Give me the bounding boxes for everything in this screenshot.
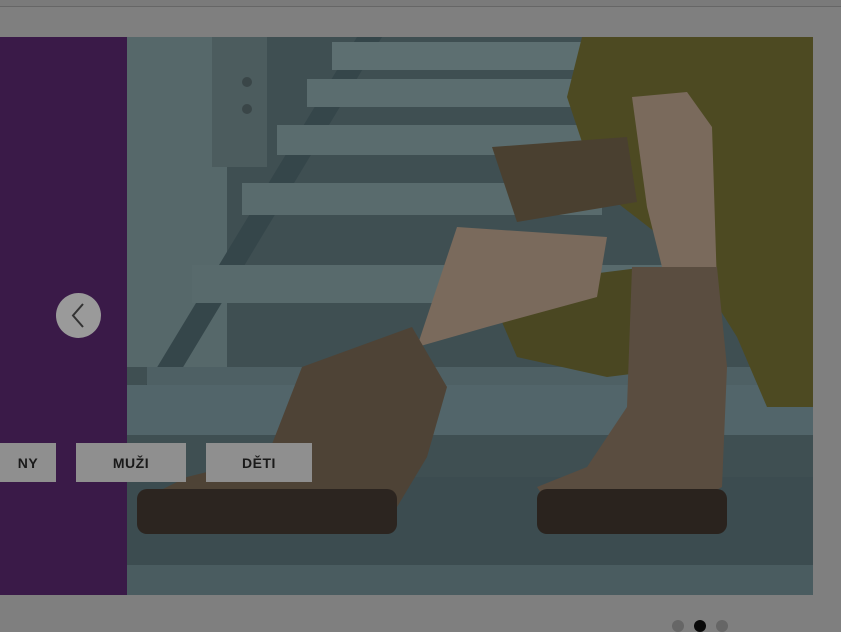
- category-button-men[interactable]: MUŽI: [76, 443, 186, 482]
- slider-pagination: [672, 620, 732, 632]
- category-button-kids[interactable]: DĚTI: [206, 443, 312, 482]
- slider-prev-button[interactable]: [56, 293, 101, 338]
- category-label: MUŽI: [112, 454, 150, 471]
- category-label: DĚTI: [242, 454, 276, 471]
- slider-dot-2[interactable]: [694, 620, 706, 632]
- category-label: NY: [17, 454, 39, 471]
- top-bar: [0, 0, 841, 7]
- slider-dot-3[interactable]: [716, 620, 728, 632]
- slider-dot-1[interactable]: [672, 620, 684, 632]
- chevron-left-icon: [71, 303, 84, 328]
- category-button-women[interactable]: NY: [0, 443, 56, 482]
- hero-slider: NY MUŽI DĚTI: [0, 37, 813, 595]
- slide-image: [127, 37, 813, 595]
